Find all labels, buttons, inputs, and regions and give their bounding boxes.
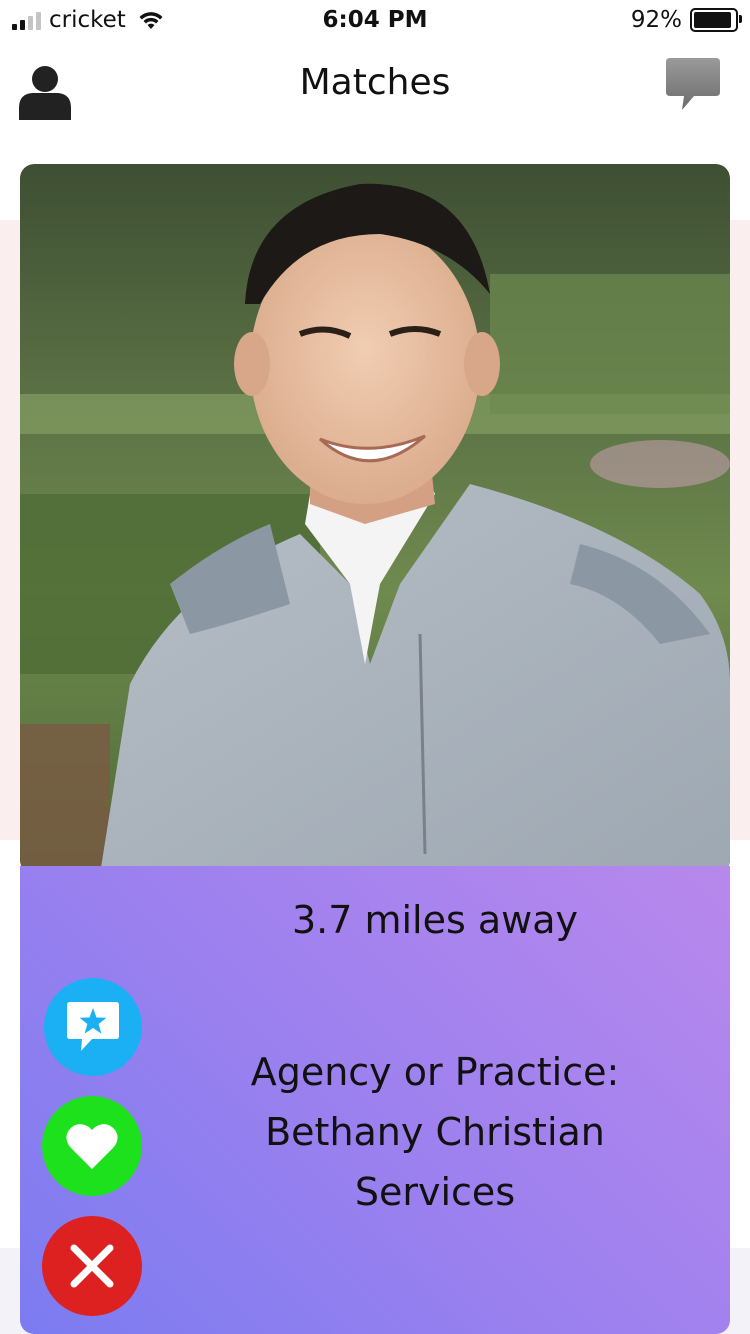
match-info-panel: 3.7 miles away Agency or Practice: Betha… (20, 866, 730, 1334)
distance-label: 3.7 miles away (291, 898, 579, 942)
chat-bubble-icon[interactable] (664, 56, 722, 112)
close-icon (70, 1244, 114, 1288)
battery-level (694, 12, 731, 28)
agency-line: Agency or Practice: (250, 1050, 620, 1094)
page-title: Matches (299, 62, 451, 103)
agency-line: Services (354, 1170, 516, 1214)
heart-icon (66, 1124, 118, 1169)
like-button[interactable] (42, 1096, 142, 1196)
match-card[interactable]: 3.7 miles away Agency or Practice: Betha… (20, 164, 730, 1334)
profile-photo (20, 164, 730, 874)
superlike-button[interactable] (44, 978, 142, 1076)
agency-line: Bethany Christian (265, 1110, 605, 1154)
pass-button[interactable] (42, 1216, 142, 1316)
status-bar-right: 92% (630, 7, 742, 33)
agency-text: Agency or Practice: Bethany Christian Se… (205, 1042, 665, 1222)
battery-icon (690, 8, 742, 32)
status-bar: cricket 6:04 PM 92% (0, 0, 750, 40)
battery-percentage: 92% (630, 7, 682, 33)
star-message-icon (67, 1002, 119, 1051)
